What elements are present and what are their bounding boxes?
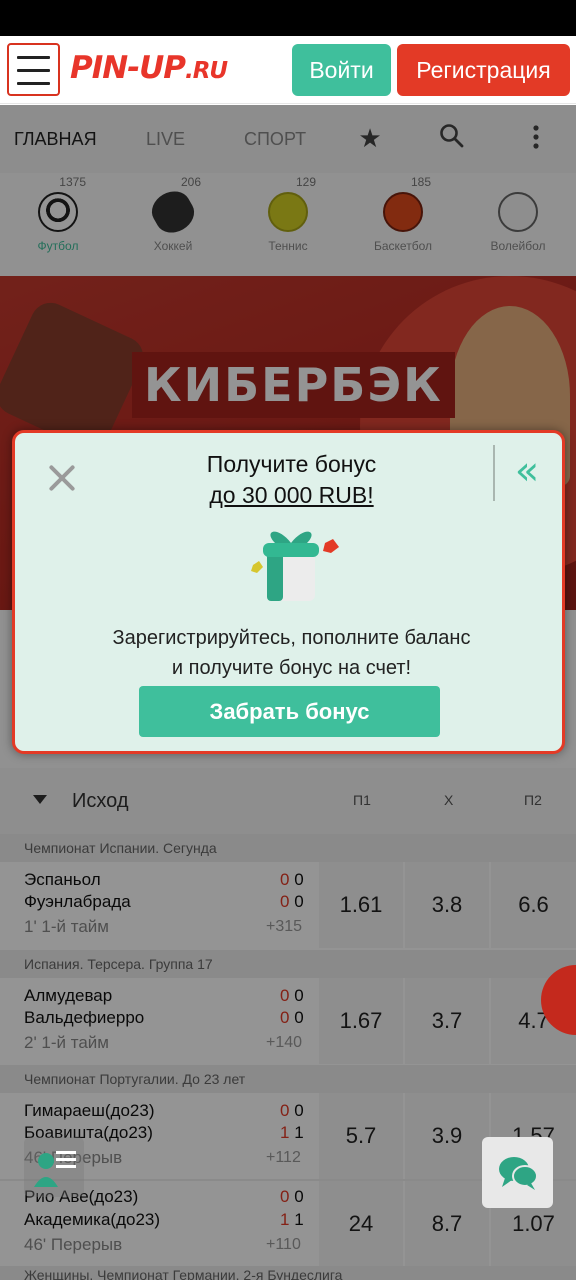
app-page: PIN-UP.RU Войти Регистрация ГЛАВНАЯ LIVE… — [0, 0, 576, 1280]
chat-icon[interactable] — [482, 1137, 553, 1208]
modal-subtitle: до 30 000 RUB! — [15, 482, 568, 509]
logo-text: PIN-UP — [70, 50, 186, 86]
support-icon[interactable] — [24, 1137, 84, 1197]
top-header: PIN-UP.RU Войти Регистрация — [0, 36, 576, 104]
status-bar — [0, 0, 576, 36]
logo-domain: .RU — [184, 58, 228, 84]
modal-text-line: и получите бонус на счет! — [171, 657, 412, 679]
menu-icon[interactable] — [7, 43, 60, 96]
register-button[interactable]: Регистрация — [397, 44, 570, 96]
modal-title: Получите бонус — [206, 451, 377, 477]
bonus-amount: до 30 000 RUB! — [209, 482, 374, 508]
bonus-modal: « Получите бонус до 30 000 RUB! Зарегист… — [12, 430, 565, 754]
login-button[interactable]: Войти — [292, 44, 391, 96]
logo[interactable]: PIN-UP.RU — [70, 50, 228, 86]
modal-text-line: Зарегистрируйтесь, пополните баланс — [112, 627, 471, 649]
gift-icon — [245, 517, 345, 607]
claim-bonus-button[interactable]: Забрать бонус — [139, 686, 440, 737]
modal-text: Зарегистрируйтесь, пополните баланс и по… — [15, 623, 568, 683]
